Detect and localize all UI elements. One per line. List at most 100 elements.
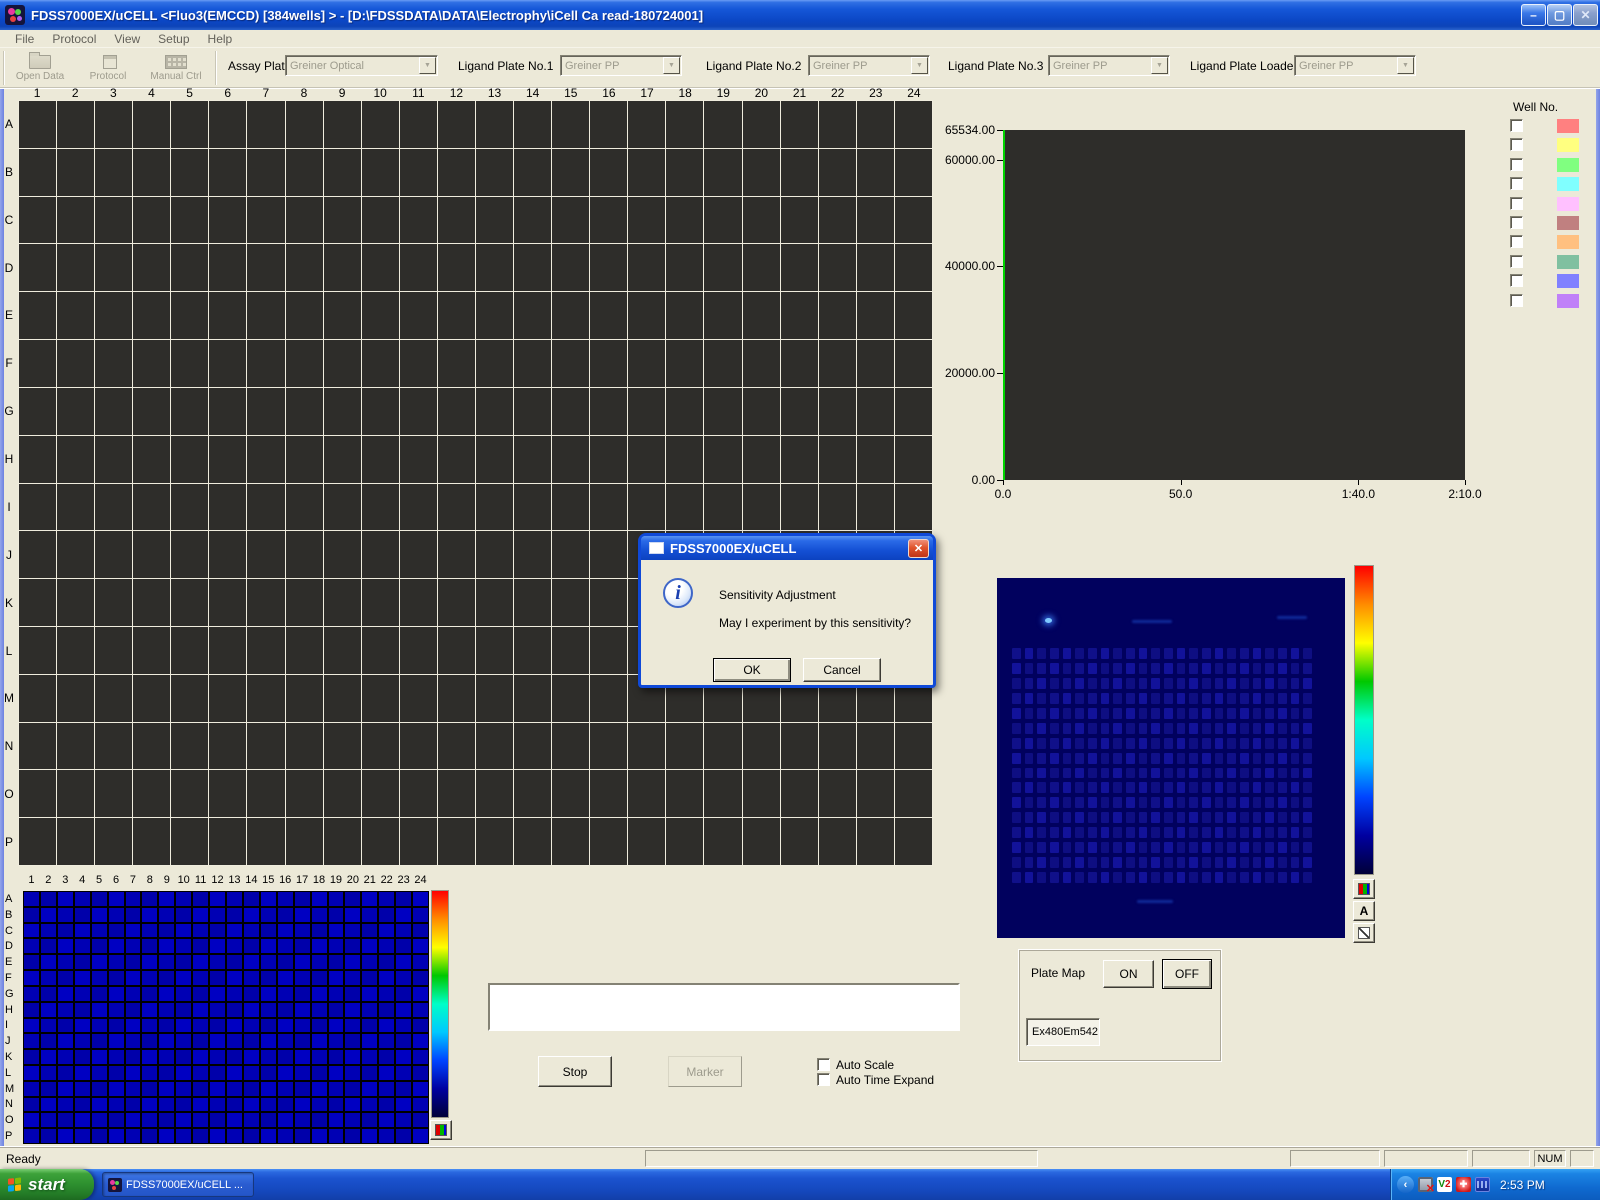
filter-value-box[interactable]: Ex480Em542 xyxy=(1026,1018,1100,1046)
well-checkbox[interactable] xyxy=(1510,255,1523,268)
mini-well-cell[interactable] xyxy=(24,1082,39,1096)
mini-well-cell[interactable] xyxy=(278,987,293,1001)
trace-cell[interactable] xyxy=(743,292,780,339)
mini-well-cell[interactable] xyxy=(362,939,377,953)
trace-cell[interactable] xyxy=(95,484,132,531)
trace-cell[interactable] xyxy=(552,292,589,339)
trace-cell[interactable] xyxy=(857,244,894,291)
mini-well-cell[interactable] xyxy=(41,1129,56,1143)
trace-cell[interactable] xyxy=(628,388,665,435)
mini-well-cell[interactable] xyxy=(159,1066,174,1080)
mini-well-cell[interactable] xyxy=(396,924,411,938)
mini-well-cell[interactable] xyxy=(261,955,276,969)
trace-cell[interactable] xyxy=(704,101,741,148)
trace-cell[interactable] xyxy=(209,101,246,148)
mini-well-cell[interactable] xyxy=(75,892,90,906)
mini-well-cell[interactable] xyxy=(75,1082,90,1096)
mini-well-cell[interactable] xyxy=(24,987,39,1001)
mini-well-cell[interactable] xyxy=(329,1034,344,1048)
mini-well-cell[interactable] xyxy=(278,1098,293,1112)
mini-well-cell[interactable] xyxy=(58,1003,73,1017)
mini-well-cell[interactable] xyxy=(379,1019,394,1033)
trace-cell[interactable] xyxy=(438,770,475,817)
mini-well-cell[interactable] xyxy=(396,1082,411,1096)
mini-well-cell[interactable] xyxy=(278,908,293,922)
trace-cell[interactable] xyxy=(514,101,551,148)
trace-cell[interactable] xyxy=(514,484,551,531)
trace-cell[interactable] xyxy=(819,292,856,339)
combo-ligand-plate-no-2[interactable]: Greiner PP▼ xyxy=(808,55,930,76)
trace-cell[interactable] xyxy=(133,484,170,531)
trace-cell[interactable] xyxy=(781,436,818,483)
mini-well-cell[interactable] xyxy=(295,1082,310,1096)
trace-cell[interactable] xyxy=(628,436,665,483)
mini-well-cell[interactable] xyxy=(92,1098,107,1112)
trace-cell[interactable] xyxy=(286,340,323,387)
trace-cell[interactable] xyxy=(857,484,894,531)
mini-well-cell[interactable] xyxy=(75,955,90,969)
mini-well-cell[interactable] xyxy=(210,1019,225,1033)
trace-cell[interactable] xyxy=(324,292,361,339)
trace-cell[interactable] xyxy=(552,627,589,674)
mini-well-cell[interactable] xyxy=(24,1050,39,1064)
trace-cell[interactable] xyxy=(19,484,56,531)
trace-cell[interactable] xyxy=(590,579,627,626)
menu-item-setup[interactable]: Setup xyxy=(149,30,198,48)
mini-well-cell[interactable] xyxy=(210,1066,225,1080)
trace-cell[interactable] xyxy=(704,436,741,483)
mini-well-cell[interactable] xyxy=(244,1098,259,1112)
mini-well-cell[interactable] xyxy=(379,1129,394,1143)
trace-cell[interactable] xyxy=(286,818,323,865)
mini-well-cell[interactable] xyxy=(261,908,276,922)
mini-well-cell[interactable] xyxy=(24,971,39,985)
trace-cell[interactable] xyxy=(171,675,208,722)
mini-well-cell[interactable] xyxy=(329,1113,344,1127)
mini-well-cell[interactable] xyxy=(379,1003,394,1017)
trace-cell[interactable] xyxy=(552,770,589,817)
mini-well-cell[interactable] xyxy=(295,908,310,922)
mini-well-cell[interactable] xyxy=(227,1129,242,1143)
mini-well-cell[interactable] xyxy=(396,939,411,953)
mini-well-cell[interactable] xyxy=(396,892,411,906)
mini-well-cell[interactable] xyxy=(126,924,141,938)
trace-cell[interactable] xyxy=(704,388,741,435)
mini-well-cell[interactable] xyxy=(142,1034,157,1048)
trace-cell[interactable] xyxy=(895,388,932,435)
trace-cell[interactable] xyxy=(857,101,894,148)
trace-cell[interactable] xyxy=(590,340,627,387)
mini-well-cell[interactable] xyxy=(193,1003,208,1017)
mini-well-cell[interactable] xyxy=(295,1066,310,1080)
trace-cell[interactable] xyxy=(57,436,94,483)
combo-assay-plate[interactable]: Greiner Optical▼ xyxy=(285,55,438,76)
mini-well-cell[interactable] xyxy=(58,924,73,938)
trace-cell[interactable] xyxy=(247,675,284,722)
mini-well-cell[interactable] xyxy=(24,1098,39,1112)
trace-cell[interactable] xyxy=(895,436,932,483)
mini-well-cell[interactable] xyxy=(92,1129,107,1143)
mini-well-cell[interactable] xyxy=(75,971,90,985)
mini-well-cell[interactable] xyxy=(379,939,394,953)
mini-well-cell[interactable] xyxy=(345,924,360,938)
mini-well-cell[interactable] xyxy=(329,939,344,953)
trace-cell[interactable] xyxy=(171,149,208,196)
mini-well-cell[interactable] xyxy=(159,1113,174,1127)
mini-well-cell[interactable] xyxy=(176,908,191,922)
mini-well-cell[interactable] xyxy=(75,1129,90,1143)
mini-well-cell[interactable] xyxy=(126,987,141,1001)
trace-cell[interactable] xyxy=(552,197,589,244)
trace-cell[interactable] xyxy=(819,723,856,770)
trace-cell[interactable] xyxy=(552,436,589,483)
mini-well-cell[interactable] xyxy=(142,1066,157,1080)
trace-cell[interactable] xyxy=(19,149,56,196)
trace-cell[interactable] xyxy=(57,484,94,531)
mini-well-cell[interactable] xyxy=(58,908,73,922)
mini-well-cell[interactable] xyxy=(278,955,293,969)
trace-cell[interactable] xyxy=(400,818,437,865)
trace-cell[interactable] xyxy=(324,579,361,626)
trace-cell[interactable] xyxy=(57,627,94,674)
trace-cell[interactable] xyxy=(552,531,589,578)
trace-cell[interactable] xyxy=(324,627,361,674)
mini-well-cell[interactable] xyxy=(379,1066,394,1080)
mini-well-cell[interactable] xyxy=(413,955,428,969)
mini-well-cell[interactable] xyxy=(75,1066,90,1080)
